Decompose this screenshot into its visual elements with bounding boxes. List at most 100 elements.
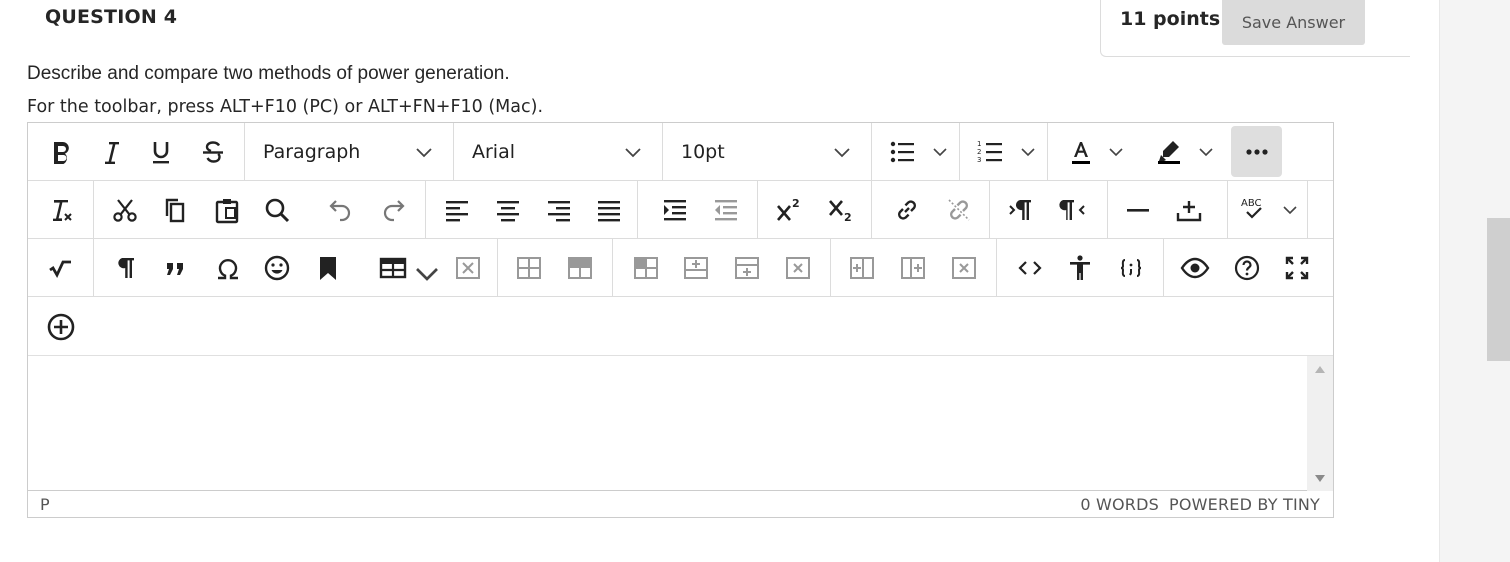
rtl-button[interactable] [1048, 185, 1098, 235]
block-format-select[interactable]: Paragraph [245, 123, 454, 181]
show-blocks-button[interactable] [100, 243, 150, 293]
insert-row-before-button[interactable] [671, 243, 721, 293]
word-count[interactable]: 0 WORDS [1080, 495, 1159, 514]
accessibility-icon [1070, 255, 1090, 280]
bold-icon [54, 142, 69, 164]
align-left-button[interactable] [432, 185, 482, 235]
powered-by-link[interactable]: POWERED BY TINY [1169, 495, 1320, 514]
clear-formatting-button[interactable] [36, 185, 86, 235]
superscript-icon: 2 [777, 197, 800, 221]
delete-row-button[interactable] [773, 243, 823, 293]
align-right-button[interactable] [534, 185, 584, 235]
spellcheck-split-button[interactable]: ABC [1228, 181, 1308, 239]
align-left-icon [446, 201, 468, 222]
outdent-icon [715, 200, 737, 221]
code-sample-button[interactable] [1106, 243, 1156, 293]
question-title: QUESTION 4 [45, 6, 178, 28]
question-prompt: Describe and compare two methods of powe… [27, 63, 510, 84]
status-info: 0 WORDS POWERED BY TINY [1080, 495, 1320, 514]
font-size-value: 10pt [681, 141, 725, 163]
chevron-down-icon [1021, 148, 1035, 157]
page-scrollbar-thumb[interactable] [1487, 218, 1510, 361]
outdent-button[interactable] [701, 185, 751, 235]
strikethrough-button[interactable] [188, 127, 238, 177]
bullet-list-split-button[interactable] [872, 123, 960, 181]
redo-button[interactable] [368, 185, 418, 235]
cut-button[interactable] [100, 185, 150, 235]
cell-properties-button[interactable] [621, 243, 671, 293]
link-icon [898, 200, 916, 220]
element-path[interactable]: P [40, 495, 50, 514]
chevron-down-icon [416, 148, 432, 158]
text-color-split-button[interactable] [1048, 123, 1136, 181]
rich-text-editor: Paragraph Arial 10pt 123 2 2 ABC P 0 WOR… [27, 122, 1334, 518]
chevron-down-icon [416, 268, 438, 281]
accessibility-checker-button[interactable] [1055, 243, 1105, 293]
clear-formatting-icon [53, 200, 72, 221]
highlight-color-split-button[interactable] [1136, 123, 1224, 181]
subscript-button[interactable]: 2 [816, 185, 866, 235]
copy-button[interactable] [150, 185, 200, 235]
table-properties-button[interactable] [504, 243, 554, 293]
indent-icon [664, 200, 686, 221]
chevron-down-icon [625, 148, 641, 158]
horizontal-line-button[interactable] [1113, 185, 1163, 235]
preview-button[interactable] [1170, 243, 1220, 293]
font-size-select[interactable]: 10pt [663, 123, 872, 181]
numbered-list-split-button[interactable]: 123 [960, 123, 1048, 181]
font-family-select[interactable]: Arial [454, 123, 663, 181]
more-horizontal-icon [1245, 148, 1268, 155]
find-replace-button[interactable] [252, 185, 302, 235]
more-toolbar-button[interactable] [1231, 126, 1282, 177]
insert-column-after-icon [901, 257, 925, 279]
row-properties-button[interactable] [555, 243, 605, 293]
table-properties-icon [517, 257, 541, 279]
insert-link-button[interactable] [882, 185, 932, 235]
ltr-button[interactable] [996, 185, 1046, 235]
special-character-button[interactable] [203, 243, 253, 293]
toolbar-row-1: Paragraph Arial 10pt 123 [28, 123, 1333, 181]
insert-column-before-button[interactable] [837, 243, 887, 293]
insert-content-button[interactable] [1164, 185, 1214, 235]
redo-icon [383, 200, 405, 222]
insert-column-after-button[interactable] [888, 243, 938, 293]
svg-text:2: 2 [792, 197, 800, 210]
horizontal-rule-icon [1127, 209, 1149, 212]
editor-content-area[interactable] [28, 356, 1333, 491]
insert-row-after-button[interactable] [722, 243, 772, 293]
indent-button[interactable] [650, 185, 700, 235]
insert-row-after-icon [735, 257, 759, 279]
chevron-down-icon [1109, 148, 1123, 157]
align-justify-button[interactable] [584, 185, 634, 235]
emoticons-button[interactable] [252, 243, 302, 293]
right-to-left-icon [1059, 200, 1085, 220]
delete-column-button[interactable] [939, 243, 989, 293]
add-content-button[interactable] [36, 302, 86, 352]
paste-button[interactable] [202, 185, 252, 235]
code-group [997, 239, 1164, 297]
anchor-button[interactable] [303, 243, 353, 293]
insert-row-before-icon [684, 257, 708, 279]
svg-text:2: 2 [844, 211, 852, 224]
math-equation-button[interactable] [36, 243, 86, 293]
help-button[interactable] [1222, 243, 1272, 293]
insert-table-button[interactable] [372, 243, 438, 293]
underline-button[interactable] [136, 127, 186, 177]
blockquote-button[interactable] [151, 243, 201, 293]
page-scrollbar[interactable] [1439, 0, 1510, 562]
undo-button[interactable] [316, 185, 366, 235]
save-answer-button[interactable]: Save Answer [1222, 0, 1365, 45]
fullscreen-button[interactable] [1272, 243, 1322, 293]
italic-button[interactable] [87, 127, 137, 177]
align-center-button[interactable] [483, 185, 533, 235]
superscript-button[interactable]: 2 [764, 185, 814, 235]
fullscreen-icon [1285, 256, 1309, 280]
help-icon [1234, 255, 1260, 281]
text-style-group [28, 123, 245, 181]
bold-button[interactable] [36, 127, 86, 177]
text-color-icon [1072, 142, 1090, 164]
editor-scrollbar[interactable] [1307, 356, 1333, 491]
source-code-button[interactable] [1005, 243, 1055, 293]
remove-link-button[interactable] [934, 185, 984, 235]
delete-table-button[interactable] [443, 243, 493, 293]
